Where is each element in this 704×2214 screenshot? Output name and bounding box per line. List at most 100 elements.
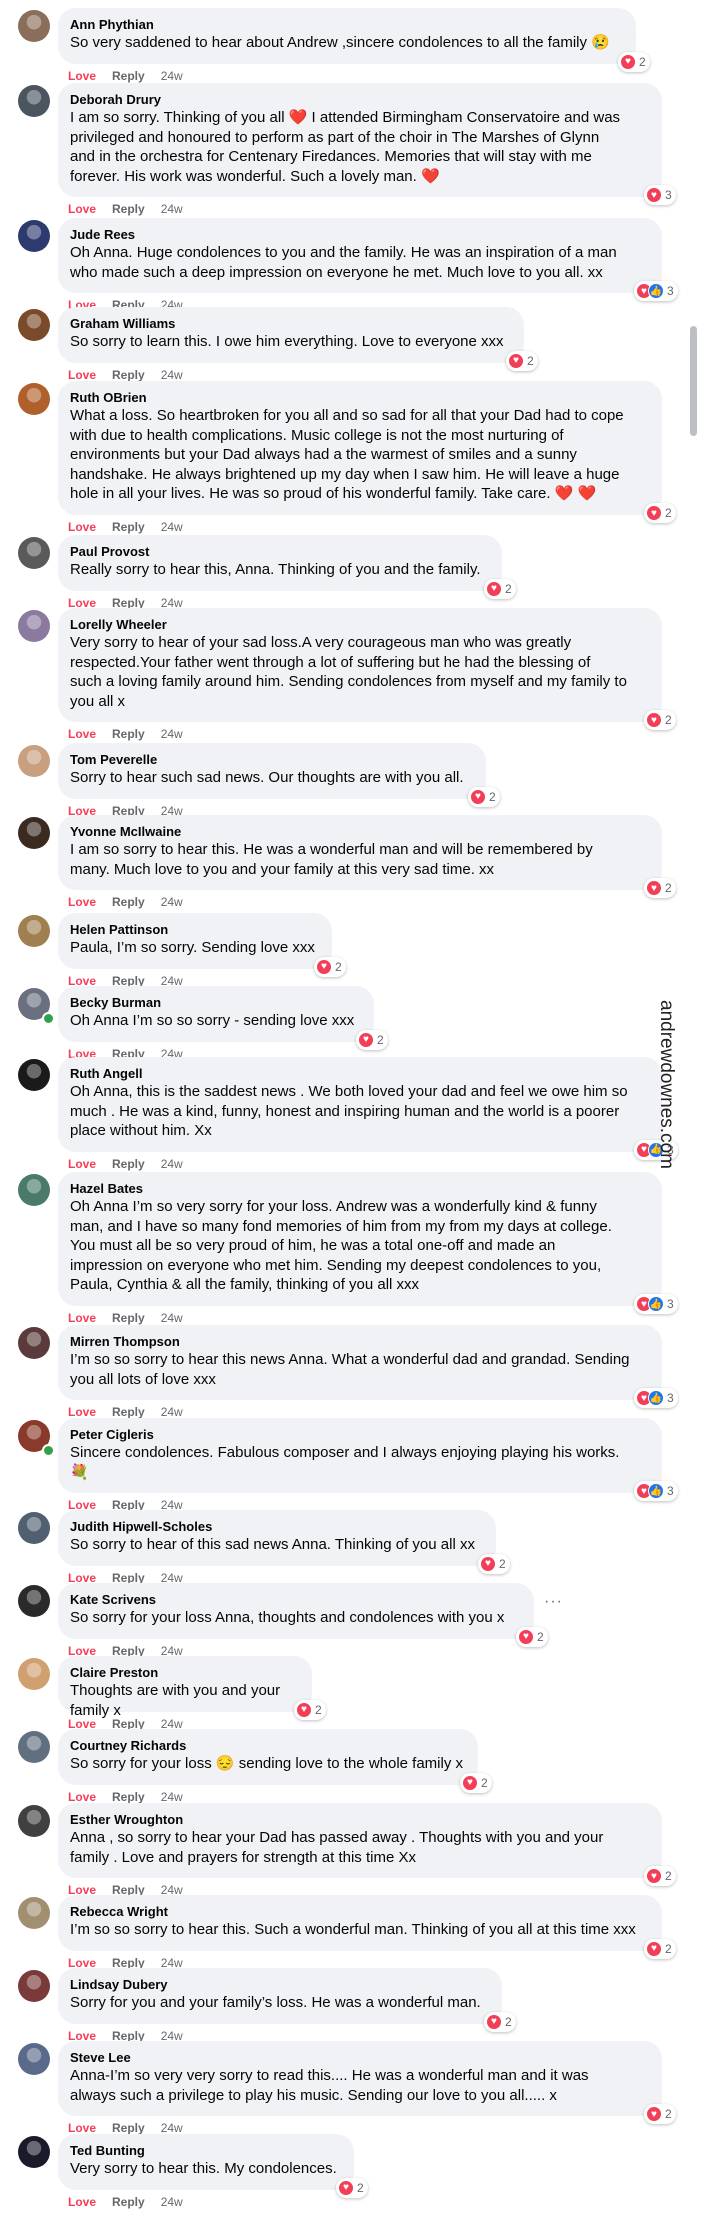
- avatar[interactable]: [18, 1897, 50, 1929]
- comment-timestamp[interactable]: 24w: [161, 1311, 183, 1325]
- comment-timestamp[interactable]: 24w: [161, 520, 183, 534]
- avatar[interactable]: [18, 220, 50, 252]
- comment-author[interactable]: Ted Bunting: [70, 2142, 342, 2159]
- reply-button[interactable]: Reply: [112, 69, 145, 83]
- reaction-summary[interactable]: ♥ 2: [644, 503, 676, 523]
- avatar[interactable]: [18, 1059, 50, 1091]
- reaction-summary[interactable]: ♥ 👍 3: [634, 1388, 678, 1409]
- avatar[interactable]: [18, 10, 50, 42]
- reaction-summary[interactable]: ♥ 2: [478, 1553, 510, 1574]
- reaction-summary[interactable]: ♥ 2: [336, 2177, 368, 2198]
- reaction-summary[interactable]: ♥ 2: [644, 2104, 676, 2125]
- avatar[interactable]: [18, 85, 50, 117]
- avatar[interactable]: [18, 2043, 50, 2075]
- reply-button[interactable]: Reply: [112, 895, 145, 909]
- comment-author[interactable]: Rebecca Wright: [70, 1903, 650, 1920]
- comment-timestamp[interactable]: 24w: [161, 202, 183, 216]
- avatar[interactable]: [18, 1174, 50, 1206]
- comment-author[interactable]: Judith Hipwell-Scholes: [70, 1518, 484, 1535]
- comment-author[interactable]: Mirren Thompson: [70, 1333, 650, 1350]
- comment-author[interactable]: Graham Williams: [70, 315, 512, 332]
- comment-author[interactable]: Hazel Bates: [70, 1180, 650, 1197]
- comment-author[interactable]: Paul Provost: [70, 543, 490, 560]
- comment-author[interactable]: Lorelly Wheeler: [70, 616, 650, 633]
- avatar[interactable]: [18, 2136, 50, 2168]
- comment-author[interactable]: Kate Scrivens: [70, 1591, 522, 1608]
- reply-button[interactable]: Reply: [112, 368, 145, 382]
- reaction-summary[interactable]: ♥ 👍 3: [634, 1481, 678, 1502]
- reaction-summary[interactable]: ♥ 2: [516, 1626, 548, 1647]
- love-button[interactable]: Love: [68, 2195, 96, 2209]
- reaction-summary[interactable]: ♥ 2: [468, 786, 500, 807]
- comment-author[interactable]: Ruth Angell: [70, 1065, 650, 1082]
- love-button[interactable]: Love: [68, 520, 96, 534]
- comment-author[interactable]: Esther Wroughton: [70, 1811, 650, 1828]
- reaction-summary[interactable]: ♥ 2: [484, 2011, 516, 2032]
- comment-timestamp[interactable]: 24w: [161, 1790, 183, 1804]
- comment-author[interactable]: Helen Pattinson: [70, 921, 320, 938]
- comment-author[interactable]: Peter Cigleris: [70, 1426, 650, 1443]
- reaction-summary[interactable]: ♥ 2: [506, 350, 538, 371]
- reaction-summary[interactable]: ♥ 2: [644, 1866, 676, 1887]
- reaction-summary[interactable]: ♥ 👍 3: [634, 281, 678, 302]
- comment-author[interactable]: Yvonne McIlwaine: [70, 823, 650, 840]
- reply-button[interactable]: Reply: [112, 1157, 145, 1171]
- reply-button[interactable]: Reply: [112, 727, 145, 741]
- reaction-summary[interactable]: ♥ 👍 3: [634, 1294, 678, 1314]
- reaction-summary[interactable]: ♥ 2: [618, 51, 650, 72]
- comment-author[interactable]: Lindsay Dubery: [70, 1976, 490, 1993]
- avatar[interactable]: [18, 1512, 50, 1544]
- avatar[interactable]: [18, 610, 50, 642]
- comment-author[interactable]: Deborah Drury: [70, 91, 650, 108]
- comment-author[interactable]: Courtney Richards: [70, 1737, 466, 1754]
- comment-author[interactable]: Ruth OBrien: [70, 389, 650, 406]
- comment-timestamp[interactable]: 24w: [161, 895, 183, 909]
- reaction-summary[interactable]: ♥ 3: [644, 185, 676, 206]
- reaction-summary[interactable]: ♥ 2: [644, 710, 676, 731]
- comment-timestamp[interactable]: 24w: [161, 1157, 183, 1171]
- comment-author[interactable]: Becky Burman: [70, 994, 362, 1011]
- reply-button[interactable]: Reply: [112, 2195, 145, 2209]
- avatar[interactable]: [18, 537, 50, 569]
- avatar[interactable]: [18, 1805, 50, 1837]
- love-button[interactable]: Love: [68, 202, 96, 216]
- avatar[interactable]: [18, 383, 50, 415]
- reply-button[interactable]: Reply: [112, 520, 145, 534]
- avatar[interactable]: [18, 1658, 50, 1690]
- avatar[interactable]: [18, 745, 50, 777]
- comment-timestamp[interactable]: 24w: [161, 2195, 183, 2209]
- reaction-summary[interactable]: ♥ 2: [644, 1938, 676, 1959]
- reaction-summary[interactable]: ♥ 2: [644, 878, 676, 899]
- comment-author[interactable]: Ann Phythian: [70, 16, 624, 33]
- reaction-summary[interactable]: ♥ 2: [294, 1699, 326, 1720]
- more-options-icon[interactable]: ···: [544, 1593, 563, 1611]
- love-button[interactable]: Love: [68, 69, 96, 83]
- love-button[interactable]: Love: [68, 1311, 96, 1325]
- avatar[interactable]: [18, 1731, 50, 1763]
- comment-author[interactable]: Claire Preston: [70, 1664, 300, 1681]
- reaction-summary[interactable]: ♥ 2: [484, 578, 516, 599]
- comment-author[interactable]: Tom Peverelle: [70, 751, 474, 768]
- reply-button[interactable]: Reply: [112, 202, 145, 216]
- love-button[interactable]: Love: [68, 895, 96, 909]
- scrollbar[interactable]: [690, 326, 697, 436]
- reaction-summary[interactable]: ♥ 2: [460, 1772, 492, 1793]
- love-button[interactable]: Love: [68, 1790, 96, 1804]
- reply-button[interactable]: Reply: [112, 1311, 145, 1325]
- reaction-summary[interactable]: ♥ 2: [314, 956, 346, 977]
- reply-button[interactable]: Reply: [112, 1790, 145, 1804]
- reaction-summary[interactable]: ♥ 2: [356, 1029, 388, 1050]
- avatar[interactable]: [18, 1585, 50, 1617]
- love-button[interactable]: Love: [68, 1157, 96, 1171]
- avatar[interactable]: [18, 915, 50, 947]
- love-button[interactable]: Love: [68, 368, 96, 382]
- avatar[interactable]: [18, 1970, 50, 2002]
- comment-timestamp[interactable]: 24w: [161, 368, 183, 382]
- comment-author[interactable]: Steve Lee: [70, 2049, 650, 2066]
- avatar[interactable]: [18, 817, 50, 849]
- comment-author[interactable]: Jude Rees: [70, 226, 650, 243]
- comment-timestamp[interactable]: 24w: [161, 727, 183, 741]
- comment-timestamp[interactable]: 24w: [161, 69, 183, 83]
- love-button[interactable]: Love: [68, 727, 96, 741]
- avatar[interactable]: [18, 309, 50, 341]
